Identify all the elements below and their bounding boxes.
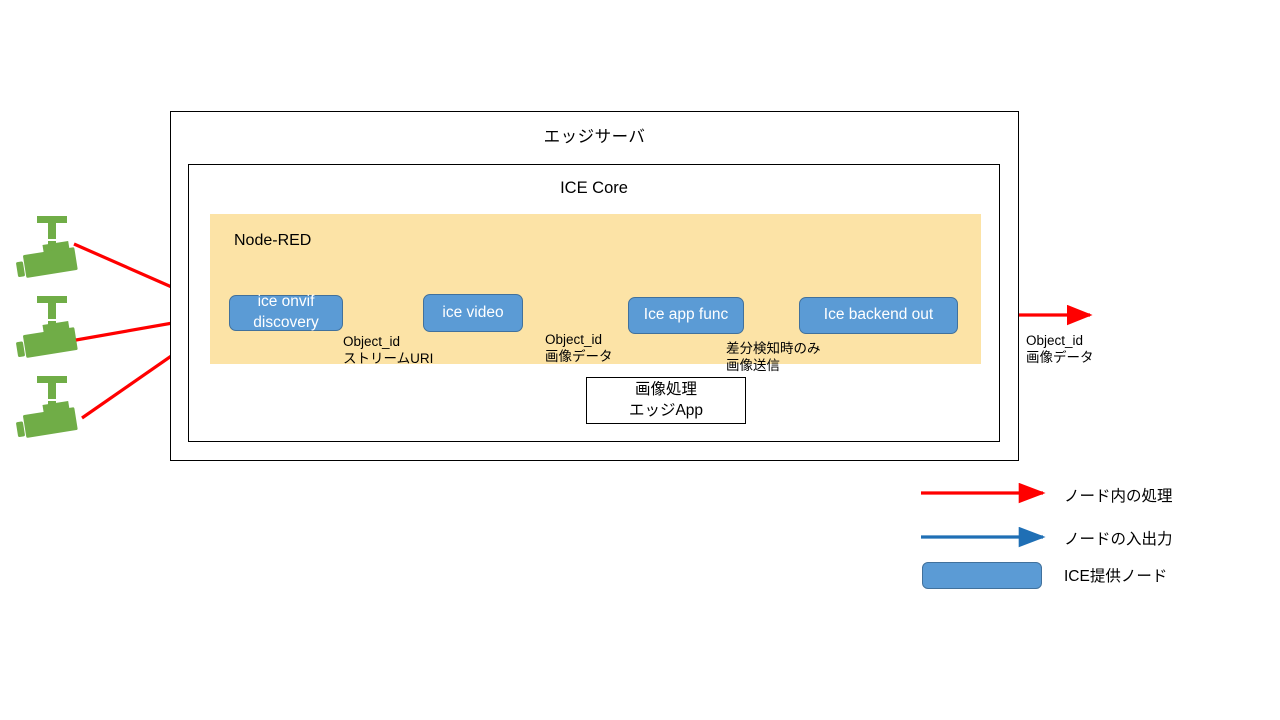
edge-server-title: エッジサーバ: [543, 128, 646, 146]
flow-label-onvif-to-video: Object_id ストリームURI: [343, 334, 434, 367]
node-ice-video[interactable]: ice video: [423, 294, 523, 332]
node-ice-onvif-discovery-label: ice onvif discovery: [253, 293, 319, 331]
diagram-canvas: エッジサーバ ICE Core Node-RED ice onvif disco…: [0, 0, 1280, 720]
node-ice-backend-out[interactable]: Ice backend out: [799, 297, 958, 334]
node-red-label: Node-RED: [234, 232, 312, 249]
node-ice-video-label: ice video: [442, 303, 504, 321]
legend-label-internal-process: ノード内の処理: [1064, 488, 1173, 505]
node-ice-app-func-label: Ice app func: [643, 306, 729, 324]
legend-label-ice-node: ICE提供ノード: [1064, 568, 1168, 585]
camera-icon-3: [16, 376, 78, 438]
camera-icon-1: [16, 216, 78, 278]
ice-core-title: ICE Core: [560, 179, 628, 197]
edge-app-line1: 画像処理: [634, 381, 697, 399]
legend-label-node-io: ノードの入出力: [1064, 531, 1173, 548]
legend-swatch-ice-node: [922, 562, 1042, 589]
node-ice-app-func[interactable]: Ice app func: [628, 297, 744, 334]
node-ice-backend-out-label: Ice backend out: [823, 306, 934, 324]
edge-app-line2: エッジApp: [628, 401, 704, 419]
node-ice-onvif-discovery[interactable]: ice onvif discovery: [229, 293, 343, 331]
edge-app-box[interactable]: 画像処理 エッジApp: [586, 377, 746, 424]
flow-label-video-to-appfunc: Object_id 画像データ: [545, 332, 613, 365]
flow-label-backend-output: Object_id 画像データ: [1026, 333, 1094, 366]
camera-icon-2: [16, 296, 78, 358]
flow-label-appfunc-to-edgeapp: 差分検知時のみ 画像送信: [726, 341, 821, 374]
